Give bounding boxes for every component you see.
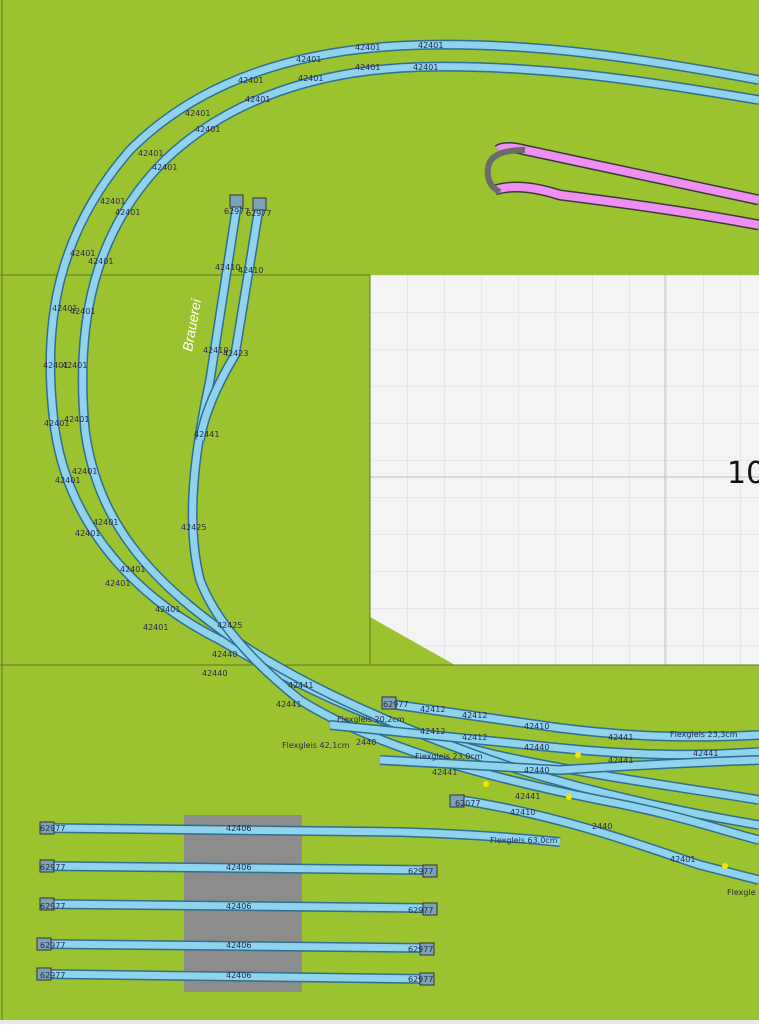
track-label[interactable]: 42401: [138, 149, 163, 158]
junction-label[interactable]: 42441: [432, 768, 457, 777]
track-label[interactable]: 42401: [64, 415, 89, 424]
siding-label[interactable]: 42425: [217, 621, 242, 630]
track-label[interactable]: 42401: [152, 163, 177, 172]
track-label[interactable]: 42401: [298, 74, 323, 83]
siding-label[interactable]: 42441: [194, 430, 219, 439]
track-label[interactable]: 42401: [55, 476, 80, 485]
junction-label[interactable]: Flexgleis 23,0cm: [415, 752, 483, 761]
yard-buffer-right-label[interactable]: 62977: [408, 906, 433, 915]
junction-label[interactable]: Flexgleis 23,3cm: [670, 730, 738, 739]
junction-label[interactable]: 42412: [462, 733, 487, 742]
siding-label[interactable]: 42425: [181, 523, 206, 532]
yard-track-label[interactable]: 42406: [226, 941, 251, 950]
junction-label[interactable]: 42410: [524, 722, 549, 731]
junction-label[interactable]: Flexgleis 20,2cm: [337, 715, 405, 724]
track-label[interactable]: 42401: [296, 55, 321, 64]
junction-label[interactable]: Flexgle: [727, 888, 756, 897]
track-label[interactable]: 42401: [185, 109, 210, 118]
yard-buffer-right-label[interactable]: 62977: [408, 945, 433, 954]
siding-label[interactable]: 42423: [223, 349, 248, 358]
yard-buffer-left-label[interactable]: 62977: [40, 902, 65, 911]
grid-number: 10: [727, 456, 759, 491]
track-label[interactable]: 42401: [120, 565, 145, 574]
junction-label[interactable]: 42440: [524, 766, 549, 775]
junction-label[interactable]: 42441: [515, 792, 540, 801]
yard-buffer-right-label[interactable]: 62977: [408, 975, 433, 984]
junction-label[interactable]: 62977: [383, 700, 408, 709]
track-label[interactable]: 42401: [355, 43, 380, 52]
junction-label[interactable]: 62077: [455, 799, 480, 808]
junction-label[interactable]: 42440: [202, 669, 227, 678]
siding-label[interactable]: 42410: [238, 266, 263, 275]
track-label[interactable]: 42401: [238, 76, 263, 85]
track-label[interactable]: 42401: [75, 529, 100, 538]
yard-buffer-left-label[interactable]: 62977: [40, 863, 65, 872]
siding-label[interactable]: 62977: [246, 209, 271, 218]
track-label[interactable]: 42401: [155, 605, 180, 614]
track-label[interactable]: 42401: [88, 257, 113, 266]
track-plan[interactable]: 10 Brauerei 4240142401424014240142401424…: [0, 0, 759, 1024]
track-label[interactable]: 42401: [355, 63, 380, 72]
yard-track-label[interactable]: 42406: [226, 902, 251, 911]
yard-buffer-right-label[interactable]: 62977: [408, 867, 433, 876]
track-label[interactable]: 42401: [245, 95, 270, 104]
junction-label[interactable]: Flexgleis 63,0cm: [490, 836, 558, 845]
junction-label[interactable]: 42412: [420, 705, 445, 714]
track-label[interactable]: 42401: [115, 208, 140, 217]
layout-canvas[interactable]: 10 Brauerei 42401 42401 42401 42401 4240…: [0, 0, 759, 1024]
junction-label[interactable]: Flexgleis 42,1cm: [282, 741, 350, 750]
track-label[interactable]: 42401: [93, 518, 118, 527]
yard-track-label[interactable]: 42406: [226, 824, 251, 833]
track-label[interactable]: 42401: [70, 307, 95, 316]
junction-label[interactable]: 42410: [510, 808, 535, 817]
junction-label[interactable]: 42441: [693, 749, 718, 758]
junction-label[interactable]: 42440: [212, 650, 237, 659]
track-label[interactable]: 42401: [100, 197, 125, 206]
junction-label[interactable]: 42441: [276, 700, 301, 709]
junction-label[interactable]: 42441: [608, 756, 633, 765]
track-label[interactable]: 42401: [413, 63, 438, 72]
junction-label[interactable]: 42441: [608, 733, 633, 742]
track-label[interactable]: 42401: [195, 125, 220, 134]
junction-label[interactable]: 42412: [420, 727, 445, 736]
yard-buffer-left-label[interactable]: 62977: [40, 824, 65, 833]
track-label[interactable]: 42401: [418, 41, 443, 50]
yard-buffer-left-label[interactable]: 62977: [40, 971, 65, 980]
junction-label[interactable]: 2440: [356, 738, 376, 747]
siding-label[interactable]: 42410: [215, 263, 240, 272]
yard-track-label[interactable]: 42406: [226, 971, 251, 980]
junction-label[interactable]: 42441: [288, 681, 313, 690]
junction-label[interactable]: 2440: [592, 822, 612, 831]
yard-buffer-left-label[interactable]: 62977: [40, 941, 65, 950]
junction-label[interactable]: 42440: [524, 743, 549, 752]
track-label[interactable]: 42401: [143, 623, 168, 632]
track-label[interactable]: 42401: [72, 467, 97, 476]
junction-label[interactable]: 42412: [462, 711, 487, 720]
junction-label[interactable]: 42401: [670, 855, 695, 864]
track-label[interactable]: 42401: [62, 361, 87, 370]
yard-track-label[interactable]: 42406: [226, 863, 251, 872]
track-label[interactable]: 42401: [105, 579, 130, 588]
